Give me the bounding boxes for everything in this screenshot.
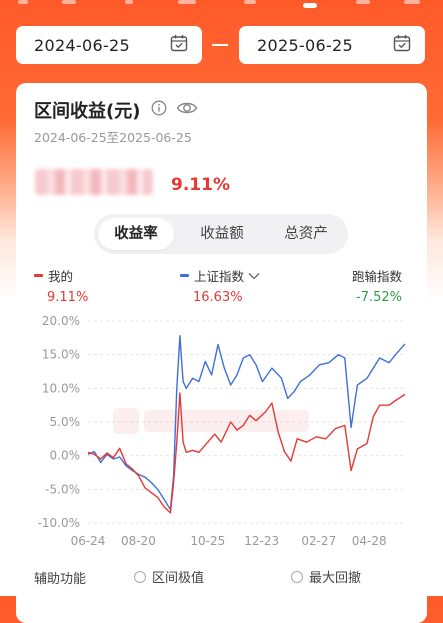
interval-return-card: 区间收益(元) 2024-06-25至2025-06-25 9.11% 收益率 … — [16, 83, 427, 623]
hidden-amount — [35, 169, 153, 195]
y-tick-label: 0.0% — [50, 449, 81, 463]
nav-fragment — [244, 0, 256, 4]
calendar-check-icon — [393, 34, 411, 56]
x-tick-label: 06-24 — [71, 534, 106, 548]
y-tick-label: -5.0% — [45, 482, 80, 496]
nav-fragment — [62, 0, 76, 4]
return-chart: 20.0% 15.0% 10.0% 5.0% 0.0% -5.0% -10.0% 06-24… — [38, 314, 406, 548]
active-tab-indicator — [303, 3, 317, 8]
info-icon[interactable] — [151, 100, 167, 120]
legend-label: 上证指数 — [194, 269, 245, 284]
y-tick-label: 20.0% — [42, 314, 80, 328]
tab-return-rate[interactable]: 收益率 — [98, 218, 174, 250]
date-range-separator — [212, 44, 228, 46]
radio-label: 区间极值 — [152, 571, 205, 586]
legend-item-index[interactable]: 上证指数 16.63% — [180, 266, 260, 305]
aux-function-label: 辅助功能 — [34, 572, 87, 587]
radio-interval-extreme[interactable]: 区间极值 — [134, 567, 204, 586]
x-tick-label: 04-28 — [352, 534, 387, 548]
y-tick-label: 10.0% — [42, 381, 80, 395]
start-date-picker[interactable]: 2024-06-25 — [16, 26, 202, 64]
legend-label: 跑输指数 — [352, 269, 403, 284]
chevron-down-icon — [248, 268, 260, 283]
radio-circle — [134, 570, 146, 583]
tab-return-amount[interactable]: 收益额 — [184, 218, 260, 250]
legend-item-mine: 我的 9.11% — [34, 266, 88, 305]
nav-fragment — [404, 0, 420, 4]
end-date-text: 2025-06-25 — [257, 35, 353, 55]
radio-max-drawdown[interactable]: 最大回撤 — [291, 567, 361, 586]
y-tick-label: 15.0% — [42, 348, 80, 362]
date-range-text: 2024-06-25至2025-06-25 — [34, 130, 192, 145]
watermark — [113, 408, 309, 434]
x-tick-label: 08-20 — [121, 534, 156, 548]
calendar-check-icon — [170, 34, 188, 56]
eye-icon[interactable] — [176, 99, 198, 121]
x-tick-label: 10-25 — [190, 534, 225, 548]
tab-total-assets[interactable]: 总资产 — [268, 218, 344, 250]
legend-item-underperform: 跑输指数 -7.52% — [352, 266, 402, 305]
nav-fragment — [18, 0, 28, 4]
metric-tabs: 收益率 收益额 总资产 — [94, 214, 348, 254]
legend-swatch — [180, 274, 189, 277]
x-tick-label: 12-23 — [244, 534, 279, 548]
x-tick-label: 02-27 — [301, 534, 336, 548]
radio-label: 最大回撤 — [309, 571, 362, 586]
legend-swatch — [34, 274, 43, 277]
nav-fragment — [178, 0, 196, 4]
y-tick-label: -10.0% — [38, 516, 80, 530]
card-title: 区间收益(元) — [34, 101, 141, 122]
start-date-text: 2024-06-25 — [34, 35, 130, 55]
nav-fragment — [125, 0, 133, 4]
top-nav-strip — [0, 0, 443, 12]
y-tick-label: 5.0% — [50, 415, 81, 429]
nav-fragment — [356, 0, 370, 4]
legend-label: 我的 — [48, 269, 74, 284]
return-rate-value: 9.11% — [171, 175, 230, 195]
end-date-picker[interactable]: 2025-06-25 — [239, 26, 425, 64]
radio-circle — [291, 570, 303, 583]
